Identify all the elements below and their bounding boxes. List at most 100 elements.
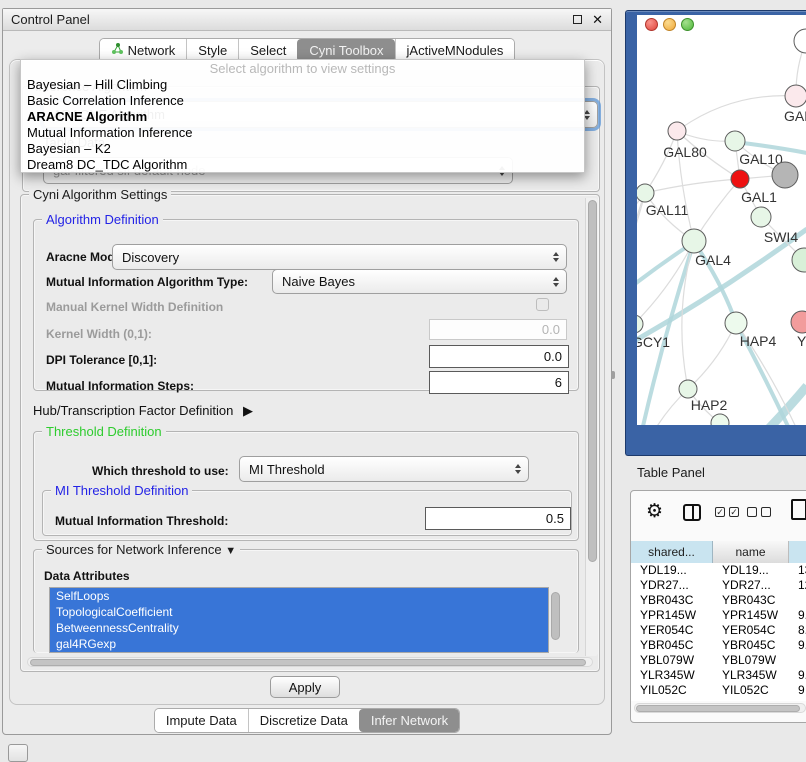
network-node-edge-top[interactable] (794, 29, 806, 53)
column-header-shared[interactable]: shared... (631, 541, 713, 563)
settings-vertical-scrollbar[interactable] (585, 198, 598, 656)
table-row[interactable]: YBR045CYBR045C9. (631, 638, 806, 653)
network-node-gcy1[interactable] (637, 315, 643, 333)
gear-icon[interactable]: ⚙ (646, 500, 663, 522)
dropdown-item-bayesian-hill-climbing[interactable]: Bayesian – Hill Climbing (21, 77, 584, 93)
network-node-right-green[interactable] (792, 248, 806, 272)
network-node-swi4[interactable] (751, 207, 771, 227)
table-hscrollbar-thumb[interactable] (636, 705, 800, 712)
dropdown-item-aracne-algorithm[interactable]: ARACNE Algorithm (21, 109, 584, 125)
mi-steps-label: Mutual Information Steps: (46, 378, 194, 394)
table-cell: YIL052C (713, 683, 789, 698)
network-edge[interactable] (677, 96, 796, 131)
table-row[interactable]: YPR145WYPR145W9. (631, 608, 806, 623)
network-node-y[interactable] (791, 311, 806, 333)
column-header-clipped[interactable] (789, 541, 806, 563)
network-node-gal4[interactable] (682, 229, 706, 253)
which-threshold-select[interactable]: MI Threshold (239, 456, 529, 482)
network-graph[interactable]: GALGAL80GAL10GAL1GAL11SWI4GAL4GCY1HAP4YH… (637, 15, 806, 425)
dropdown-item-dream8-dc-tdc-algorithm[interactable]: Dream8 DC_TDC Algorithm (21, 157, 584, 173)
window-zoom-icon[interactable] (681, 18, 694, 31)
cyni-algorithm-settings-title: Cyni Algorithm Settings (29, 187, 171, 202)
mi-threshold-definition-title: MI Threshold Definition (51, 483, 192, 498)
network-node-label: GAL80 (663, 144, 707, 160)
panel-splitter-handle[interactable] (611, 371, 615, 379)
apply-button[interactable]: Apply (270, 676, 340, 698)
network-node-bottom-green[interactable] (711, 414, 729, 425)
column-layout-icon[interactable] (683, 504, 701, 521)
tab-discretize-data[interactable]: Discretize Data (248, 709, 359, 732)
network-node-gal11[interactable] (637, 184, 654, 202)
settings-horizontal-scrollbar[interactable] (27, 657, 593, 667)
table-row[interactable]: YDL19...YDL19...13 (631, 563, 806, 578)
network-node-gal1[interactable] (731, 170, 749, 188)
mi-threshold-input[interactable] (425, 507, 571, 530)
network-edge[interactable] (637, 193, 645, 283)
settings-hscrollbar-thumb[interactable] (30, 659, 586, 666)
close-panel-icon[interactable]: ✕ (592, 15, 603, 24)
dropdown-item-bayesian-k2[interactable]: Bayesian – K2 (21, 141, 584, 157)
network-view-canvas[interactable]: GALGAL80GAL10GAL1GAL11SWI4GAL4GCY1HAP4YH… (637, 15, 806, 425)
export-table-icon[interactable] (791, 499, 806, 520)
column-header-name[interactable]: name (713, 541, 789, 563)
table-row[interactable]: YIL052CYIL052C9 (631, 683, 806, 698)
dropdown-item-mutual-information-inference[interactable]: Mutual Information Inference (21, 125, 584, 141)
table-row[interactable]: YBR043CYBR043C (631, 593, 806, 608)
network-edge[interactable] (688, 323, 736, 389)
network-node-hub-gray[interactable] (772, 162, 798, 188)
attributes-list-scrollbar-thumb[interactable] (551, 592, 560, 640)
network-edge-highlighted[interactable] (745, 386, 806, 425)
mi-algorithm-type-select[interactable]: Naive Bayes (272, 269, 567, 294)
table-horizontal-scrollbar[interactable] (634, 703, 806, 713)
dropdown-item-basic-correlation-inference[interactable]: Basic Correlation Inference (21, 93, 584, 109)
window-close-icon[interactable] (645, 18, 658, 31)
dpi-tolerance-input[interactable] (429, 345, 569, 368)
network-edge[interactable] (645, 131, 677, 193)
algorithm-dropdown-placeholder: Select algorithm to view settings (21, 60, 584, 77)
table-cell: YER054C (713, 623, 789, 638)
kernel-width-input[interactable] (429, 319, 567, 340)
network-node-hap2[interactable] (679, 380, 697, 398)
deselect-all-columns-icon[interactable] (747, 507, 771, 517)
network-node-gal80[interactable] (668, 122, 686, 140)
collapse-arrow-icon[interactable]: ▼ (225, 545, 236, 557)
data-attributes-list[interactable]: SelfLoopsTopologicalCoefficientBetweenne… (49, 587, 549, 653)
table-row[interactable]: YLR345WYLR345W9. (631, 668, 806, 683)
sources-title-text: Sources for Network Inference (46, 542, 222, 557)
table-panel-title: Table Panel (637, 465, 705, 480)
network-edge[interactable] (682, 241, 694, 389)
network-edge[interactable] (637, 193, 645, 324)
which-threshold-label: Which threshold to use: (92, 463, 229, 479)
collapsed-panel-icon[interactable] (8, 744, 28, 762)
cyni-algorithm-settings-group: Cyni Algorithm Settings Algorithm Defini… (20, 194, 600, 672)
float-window-icon[interactable] (573, 15, 582, 24)
table-cell: YLR345W (631, 668, 713, 683)
table-cell: YBR045C (713, 638, 789, 653)
attribute-item-topologicalcoefficient[interactable]: TopologicalCoefficient (50, 604, 548, 620)
manual-kernel-width-checkbox[interactable] (536, 298, 549, 311)
table-row[interactable]: YER054CYER054C8. (631, 623, 806, 638)
select-all-columns-icon[interactable]: ✓ ✓ (715, 507, 739, 517)
network-node-gal[interactable] (785, 85, 806, 107)
window-minimize-icon[interactable] (663, 18, 676, 31)
aracne-mode-select[interactable]: Discovery (112, 244, 567, 270)
settings-scrollbar-thumb[interactable] (588, 200, 597, 562)
table-cell: YDL19... (631, 563, 713, 578)
tab-label: Cyni Toolbox (309, 43, 383, 58)
attribute-item-betweennesscentrality[interactable]: BetweennessCentrality (50, 620, 548, 636)
algorithm-definition-title: Algorithm Definition (42, 212, 163, 227)
control-panel-window: Control Panel ✕ NetworkStyleSelectCyni T… (2, 8, 612, 735)
tab-impute-data[interactable]: Impute Data (155, 709, 248, 732)
network-edge[interactable] (645, 179, 740, 193)
mi-steps-input[interactable] (429, 371, 569, 394)
hub-tf-definition-toggle[interactable]: Hub/Transcription Factor Definition ▶ (33, 403, 253, 419)
attribute-item-gal4rgexp[interactable]: gal4RGexp (50, 636, 548, 652)
network-node-gal10[interactable] (725, 131, 745, 151)
network-node-hap4[interactable] (725, 312, 747, 334)
kernel-width-label: Kernel Width (0,1): (46, 326, 152, 342)
tab-label: Style (198, 43, 227, 58)
attribute-item-selfloops[interactable]: SelfLoops (50, 588, 548, 604)
table-row[interactable]: YDR27...YDR27...12 (631, 578, 806, 593)
tab-infer-network[interactable]: Infer Network (359, 709, 459, 732)
table-row[interactable]: YBL079WYBL079W (631, 653, 806, 668)
